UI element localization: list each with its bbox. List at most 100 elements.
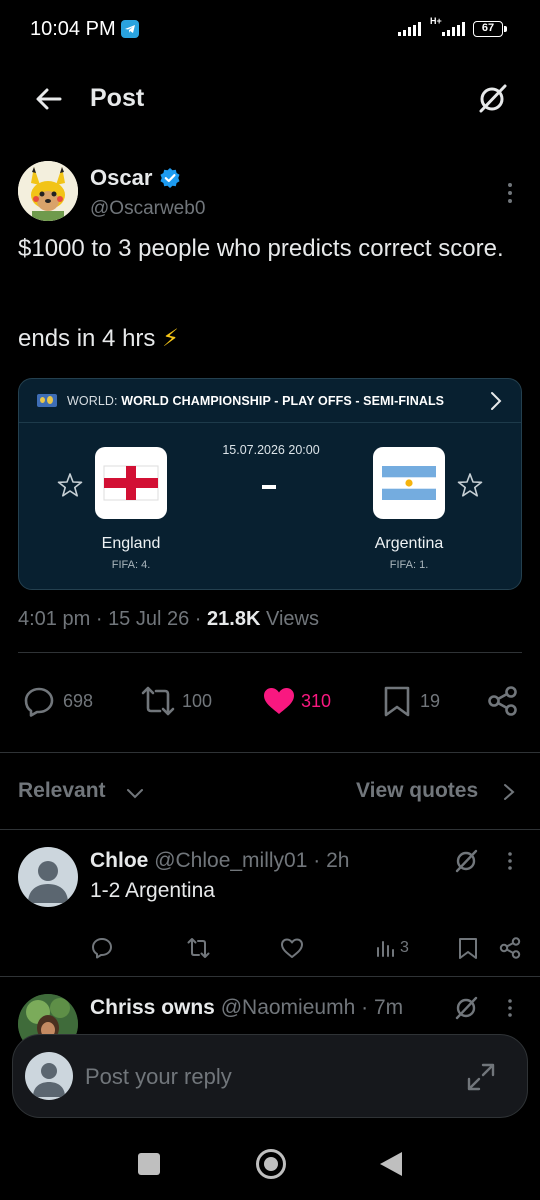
reply-share-button[interactable] [498,936,522,960]
like-count: 310 [301,691,332,711]
post-time: 4:01 pm [18,608,91,630]
reply-repost-button[interactable] [186,936,210,960]
reply-header: Chriss owns @Naomieumh · 7m [90,996,403,1020]
signal-icon [398,22,424,36]
chevron-right-icon[interactable] [486,390,506,412]
divider [0,752,540,753]
reply-text: 1-2 Argentina [90,879,215,902]
reply-separator: · [361,996,369,1019]
heart-icon [281,938,303,958]
reply-composer[interactable]: Post your reply [12,1034,528,1118]
reply-author-name[interactable]: Chloe [90,849,148,872]
chevron-down-icon[interactable] [124,782,146,804]
match-card[interactable]: WORLD: WORLD CHAMPIONSHIP - PLAY OFFS - … [18,378,522,590]
home-team-name[interactable]: England [61,535,201,553]
bookmark-count: 19 [420,691,441,711]
reply-button[interactable]: 698 [22,684,102,718]
reply-time: 7m [373,996,404,1019]
reply-avatar[interactable] [18,847,78,907]
status-bar: 10:04 PM H+ 67 [0,0,540,60]
battery-icon: 67 [473,21,503,37]
page-title: Post [90,84,145,112]
bookmark-button[interactable]: 19 [382,684,442,718]
reply-header: Chloe @Chloe_milly01 · 2h [90,849,349,873]
bookmark-icon [384,686,410,717]
author-handle[interactable]: @Oscarweb0 [90,198,205,220]
meta-separator: · [194,608,202,630]
repost-icon [187,938,210,958]
reply-author-name[interactable]: Chriss owns [90,996,215,1019]
grok-icon[interactable] [452,994,480,1022]
top-header: Post [0,70,540,128]
author-name[interactable]: Oscar [90,165,152,191]
chevron-right-icon[interactable] [498,780,520,804]
lightning-emoji: ⚡ [162,325,179,352]
reply-separator: · [313,849,321,872]
favorite-star-icon-home[interactable] [57,472,83,498]
sort-replies-dropdown[interactable]: Relevant [18,779,106,803]
post-text-line2: ends in 4 hrs ⚡ [18,324,179,354]
post-text-ends: ends in 4 hrs [18,325,156,352]
post-meta: 4:01 pm · 15 Jul 26 · 21.8K Views [18,608,319,631]
score-separator [262,485,276,489]
heart-icon [264,688,294,714]
more-options-icon[interactable] [500,849,520,873]
meta-separator: · [95,608,103,630]
match-datetime: 15.07.2026 20:00 [222,443,320,457]
world-map-icon [37,394,57,407]
divider [0,976,540,977]
repost-count: 100 [182,691,213,711]
share-icon [499,937,521,959]
telegram-icon [121,20,139,38]
league-label: WORLD: WORLD CHAMPIONSHIP - PLAY OFFS - … [67,394,444,408]
repost-button[interactable]: 100 [140,684,220,718]
composer-avatar [25,1052,73,1100]
battery-tip [504,26,507,32]
system-back-button[interactable] [380,1152,402,1176]
england-flag-icon[interactable] [95,447,167,519]
back-arrow-icon[interactable] [32,82,66,116]
away-team-name[interactable]: Argentina [339,535,479,553]
reply-bookmark-button[interactable] [456,936,480,960]
signal-icon-2 [442,22,468,36]
system-nav-bar [0,1128,540,1200]
share-icon [488,686,517,716]
reply-icon [24,687,54,717]
reply-views-count: 3 [400,939,409,956]
views-count[interactable]: 21.8K [207,608,260,630]
recents-button[interactable] [138,1153,160,1175]
reply-like-button[interactable] [280,936,304,960]
reply-icon [92,938,112,959]
more-options-icon[interactable] [498,178,522,208]
more-options-icon[interactable] [500,996,520,1020]
repost-icon [141,686,175,716]
expand-icon[interactable] [465,1061,497,1093]
network-type: H+ [430,16,442,26]
league-name: WORLD CHAMPIONSHIP - PLAY OFFS - SEMI-FI… [121,394,445,408]
reply-reply-button[interactable] [90,936,114,960]
match-card-header[interactable]: WORLD: WORLD CHAMPIONSHIP - PLAY OFFS - … [19,379,521,423]
grok-icon[interactable] [452,847,480,875]
reply-author-handle[interactable]: @Naomieumh [221,996,356,1019]
like-button[interactable]: 310 [262,684,342,718]
grok-icon[interactable] [474,81,510,117]
away-team-fifa: FIFA: 1. [389,559,429,571]
favorite-star-icon-away[interactable] [457,472,483,498]
home-button[interactable] [256,1149,286,1179]
status-time: 10:04 PM [30,18,116,40]
reply-count: 698 [63,691,94,711]
author-avatar[interactable] [18,161,78,221]
view-quotes-link[interactable]: View quotes [356,779,478,803]
divider [18,652,522,653]
post-text: $1000 to 3 people who predicts correct s… [18,235,504,262]
divider [0,829,540,830]
bookmark-icon [459,938,477,959]
reply-time: 2h [326,849,350,872]
argentina-flag-icon[interactable] [373,447,445,519]
reply-input[interactable]: Post your reply [85,1064,232,1090]
reply-author-handle[interactable]: @Chloe_milly01 [154,849,307,872]
views-chart-icon [377,941,394,957]
share-button[interactable] [486,684,520,718]
reply-views-button[interactable]: 3 [374,936,424,960]
league-prefix: WORLD: [67,394,118,408]
